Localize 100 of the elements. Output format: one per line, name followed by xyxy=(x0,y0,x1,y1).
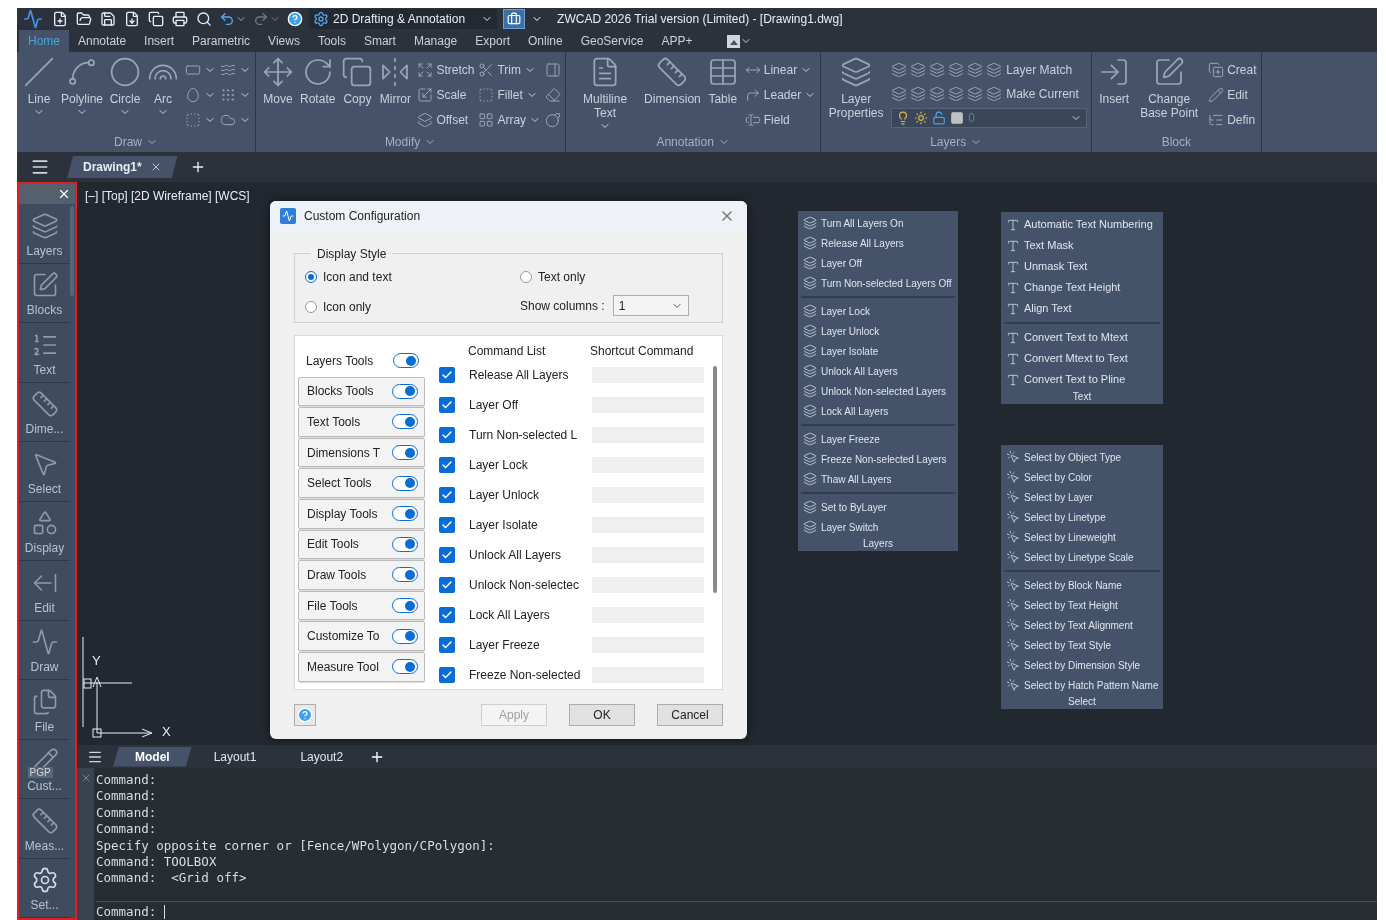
ribbon-button[interactable]: Make Current xyxy=(986,85,1079,103)
toggle-switch[interactable] xyxy=(393,353,419,369)
radio-button[interactable] xyxy=(520,271,532,283)
ribbon-button[interactable]: Line xyxy=(21,56,57,132)
radio-option[interactable]: Icon and text xyxy=(305,268,520,286)
ribbon-button[interactable] xyxy=(545,60,562,80)
tool-category[interactable]: File Tools xyxy=(298,590,425,621)
radio-option[interactable]: Text only xyxy=(520,268,712,286)
checkbox[interactable] xyxy=(439,457,455,473)
tool-category[interactable]: Select Tools xyxy=(298,468,425,498)
tool-category[interactable]: Customize To xyxy=(298,621,425,651)
panel-item[interactable]: Select by Color xyxy=(1004,467,1160,487)
panel-item[interactable]: Lock All Layers xyxy=(801,401,955,421)
ribbon-button[interactable]: Layer Match xyxy=(986,61,1073,79)
panel-item[interactable]: Turn Non-selected Layers Off xyxy=(801,273,955,293)
ribbon-button[interactable]: Circle xyxy=(107,56,144,132)
panel-item[interactable]: Set to ByLayer xyxy=(801,497,955,517)
toolbox-item[interactable]: PGP Cust... xyxy=(19,739,70,799)
ribbon-button[interactable]: Field xyxy=(744,110,817,130)
panel-item[interactable]: Select by Text Style xyxy=(1004,635,1160,655)
ribbon-tab[interactable]: Parametric xyxy=(183,30,260,52)
ribbon-button[interactable]: Trim xyxy=(478,60,542,80)
redo-button[interactable] xyxy=(253,11,281,27)
tool-category[interactable]: Edit Tools xyxy=(298,529,425,560)
toolbox-item[interactable]: File xyxy=(19,680,70,740)
toolbar-button[interactable] xyxy=(123,10,141,28)
ribbon-button[interactable]: Scale xyxy=(417,85,475,105)
layout-tab[interactable]: Layout2 xyxy=(278,746,366,767)
columns-dropdown[interactable]: 1 xyxy=(612,295,689,316)
panel-item[interactable]: Convert Text to Pline xyxy=(1004,369,1160,390)
toolbar-button[interactable] xyxy=(147,10,165,28)
panel-item[interactable]: Align Text xyxy=(1004,298,1160,319)
ribbon-button[interactable] xyxy=(545,110,562,130)
panel-item[interactable]: Layer Freeze xyxy=(801,429,955,449)
toolbar-button[interactable] xyxy=(195,10,213,28)
toolbox-item[interactable]: Text xyxy=(19,323,70,383)
panel-item[interactable]: Release All Layers xyxy=(801,233,955,253)
ribbon-button[interactable]: Copy xyxy=(339,56,376,132)
ribbon-button[interactable]: Leader xyxy=(744,85,817,105)
ribbon-button[interactable]: Rotate xyxy=(298,56,338,132)
checkbox[interactable] xyxy=(439,607,455,623)
panel-item[interactable]: Unlock Non-selected Layers xyxy=(801,381,955,401)
tool-category[interactable]: Draw Tools xyxy=(298,560,425,590)
ribbon-tab[interactable]: Smart xyxy=(354,30,405,52)
ribbon-button[interactable]: Insert xyxy=(1096,56,1133,132)
ribbon-tab[interactable]: Insert xyxy=(135,30,184,52)
ribbon-button[interactable]: Arc xyxy=(145,56,182,132)
ribbon-button[interactable]: Creat xyxy=(1208,60,1257,80)
ribbon-tab[interactable]: Manage xyxy=(404,30,467,52)
panel-item[interactable]: Layer Lock xyxy=(801,301,955,321)
toggle-switch[interactable] xyxy=(392,414,418,430)
toggle-switch[interactable] xyxy=(392,506,418,522)
ribbon-button[interactable]: Offset xyxy=(417,110,475,130)
document-tab[interactable]: Drawing1* xyxy=(67,156,178,178)
ribbon-tab[interactable]: GeoService xyxy=(571,30,653,52)
toolbar-button[interactable] xyxy=(99,10,117,28)
panel-item[interactable]: Select by Object Type xyxy=(1004,447,1160,467)
layout-tab[interactable]: Layout1 xyxy=(191,746,279,767)
ribbon-button[interactable] xyxy=(545,85,562,105)
ribbon-button[interactable]: Defin xyxy=(1208,110,1257,130)
ribbon-button[interactable]: Array xyxy=(478,110,542,130)
panel-item[interactable]: Select by Hatch Pattern Name xyxy=(1004,675,1160,695)
toggle-switch[interactable] xyxy=(392,598,418,614)
panel-item[interactable]: Layer Switch xyxy=(801,517,955,537)
panel-item[interactable]: Freeze Non-selected Layers xyxy=(801,449,955,469)
panel-item[interactable]: Convert Text to Mtext xyxy=(1004,327,1160,348)
tool-category[interactable]: Display Tools xyxy=(298,498,425,529)
ribbon-button[interactable]: Linear xyxy=(744,60,817,80)
undo-button[interactable] xyxy=(219,11,247,27)
toggle-switch[interactable] xyxy=(392,475,418,491)
toolbar-button[interactable] xyxy=(75,10,93,28)
checkbox[interactable] xyxy=(439,487,455,503)
toggle-switch[interactable] xyxy=(392,383,418,399)
tool-category[interactable]: Blocks Tools xyxy=(298,376,425,407)
ribbon-tab[interactable]: Online xyxy=(519,30,572,52)
panel-item[interactable]: Select by Block Name xyxy=(1004,575,1160,595)
scrollbar[interactable] xyxy=(713,366,717,593)
toggle-switch[interactable] xyxy=(392,659,418,675)
ribbon-tab[interactable]: Annotate xyxy=(69,30,136,52)
ribbon-button[interactable]: Move xyxy=(260,56,297,132)
panel-item[interactable]: Automatic Text Numbering xyxy=(1004,214,1160,235)
panel-item[interactable]: Change Text Height xyxy=(1004,277,1160,298)
panel-item[interactable]: Layer Off xyxy=(801,253,955,273)
tool-category[interactable]: Dimensions T xyxy=(298,437,425,468)
panel-item[interactable]: Thaw All Layers xyxy=(801,469,955,489)
panel-item[interactable]: Select by Text Alignment xyxy=(1004,615,1160,635)
panel-item[interactable]: Unlock All Layers xyxy=(801,361,955,381)
checkbox[interactable] xyxy=(439,637,455,653)
dialog-button[interactable]: Cancel xyxy=(657,704,723,726)
toggle-switch[interactable] xyxy=(392,628,418,644)
ribbon-tab[interactable]: Views xyxy=(259,30,309,52)
ribbon-button[interactable]: Edit xyxy=(1208,85,1257,105)
ribbon-button[interactable]: Fillet xyxy=(478,85,542,105)
toolbox-item[interactable]: Set... xyxy=(19,858,70,918)
toolbox-item[interactable]: Dime... xyxy=(19,382,70,442)
ribbon-button[interactable]: Polyline xyxy=(59,56,106,132)
checkbox[interactable] xyxy=(439,547,455,563)
ribbon-button[interactable]: Mirror xyxy=(377,56,414,132)
toggle-switch[interactable] xyxy=(392,445,418,461)
panel-item[interactable]: Select by Text Height xyxy=(1004,595,1160,615)
